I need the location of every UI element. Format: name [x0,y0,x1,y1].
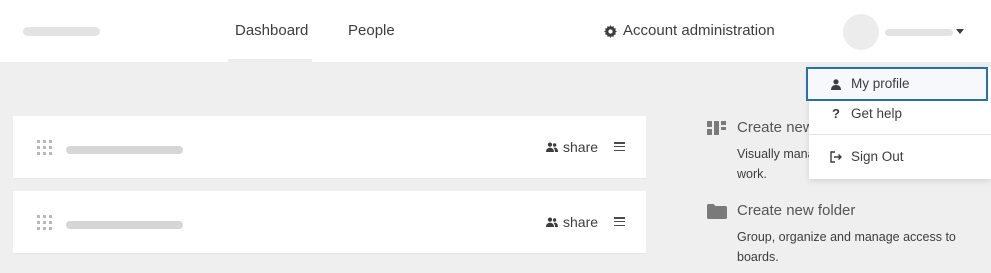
drag-handle-icon[interactable] [37,215,52,230]
drag-handle-icon[interactable] [37,140,52,155]
share-label: share [563,139,599,155]
create-folder-title: Create new folder [737,202,856,219]
chevron-down-icon [956,29,964,34]
sign-out-icon [829,151,843,163]
board-menu-icon[interactable] [614,217,625,226]
board-name[interactable] [66,221,183,229]
sign-out-menu-item[interactable]: Sign Out [809,147,991,167]
active-nav-indicator [228,59,312,62]
sign-out-label: Sign Out [851,149,904,164]
users-icon [546,142,558,152]
nav-dashboard[interactable]: Dashboard [235,20,308,42]
my-profile-menu-item[interactable]: My profile [806,67,988,101]
nav-people[interactable]: People [348,20,395,42]
get-help-menu-item[interactable]: ? Get help [809,104,991,124]
gear-icon [604,24,617,38]
my-profile-label: My profile [851,76,910,91]
share-label: share [563,214,599,230]
account-administration-label: Account administration [623,22,775,39]
create-folder-desc-line1: Group, organize and manage access to [737,230,956,244]
user-dropdown-menu: My profile ? Get help Sign Out [806,67,991,179]
create-folder-desc-line2: boards. [737,250,779,264]
share-button[interactable]: share [546,213,598,231]
dashboard-icon [707,121,726,135]
account-administration-link[interactable]: Account administration [604,20,775,42]
folder-icon [707,204,727,219]
create-dashboard-title: Create new [737,119,814,136]
username [885,29,953,36]
avatar [843,14,879,50]
create-dashboard-desc-line2: work. [737,167,767,181]
create-folder-description: Group, organize and manage access to boa… [707,227,962,267]
share-button[interactable]: share [546,138,598,156]
user-menu-toggle[interactable] [843,14,973,50]
board-card[interactable]: share [13,191,646,253]
create-folder-link[interactable]: Create new folder [707,201,967,221]
board-menu-icon[interactable] [614,142,625,151]
menu-divider [809,134,991,135]
question-icon: ? [832,106,840,121]
board-card[interactable]: share [13,116,646,178]
create-folder-block: Create new folder Group, organize and ma… [707,201,967,267]
users-icon [546,217,558,227]
get-help-label: Get help [851,106,903,121]
user-icon [829,78,843,90]
board-name[interactable] [66,146,183,154]
top-bar: Dashboard People Account administration [0,0,991,62]
logo[interactable] [23,27,100,36]
create-dashboard-desc-line1: Visually mana [737,147,815,161]
